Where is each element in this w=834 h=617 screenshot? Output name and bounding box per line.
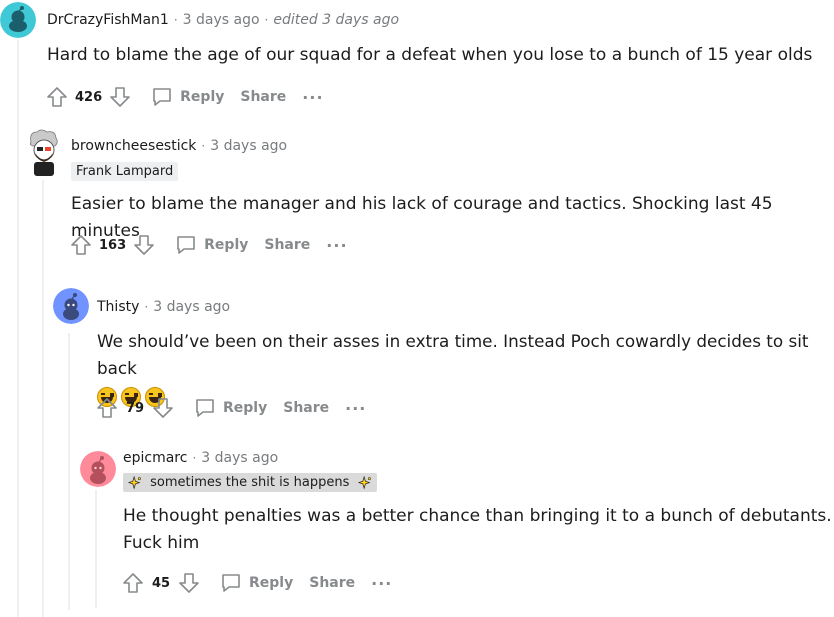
comment-meta: DrCrazyFishMan1 · 3 days ago · edited 3 days… bbox=[47, 11, 399, 29]
avatar[interactable] bbox=[0, 2, 36, 38]
reply-button[interactable]: Reply bbox=[166, 231, 256, 259]
downvote-arrow-icon[interactable] bbox=[108, 85, 132, 109]
more-options-button[interactable]: ··· bbox=[363, 574, 400, 593]
timestamp[interactable]: 3 days ago bbox=[210, 138, 287, 154]
upvote-arrow-icon[interactable] bbox=[121, 571, 145, 595]
timestamp[interactable]: 3 days ago bbox=[153, 299, 230, 315]
thread-line[interactable] bbox=[17, 40, 19, 617]
comment-text: Fuck him bbox=[123, 533, 200, 553]
sparkles-icon bbox=[357, 475, 371, 489]
vote-score: 163 bbox=[99, 237, 127, 253]
speech-bubble-icon bbox=[153, 88, 171, 106]
comment-meta: Thisty · 3 days ago bbox=[97, 298, 230, 316]
user-flair: Frank Lampard bbox=[71, 162, 179, 181]
reply-button[interactable]: Reply bbox=[142, 83, 232, 111]
flair-text: sometimes the shit is happens bbox=[150, 475, 350, 490]
upvote-arrow-icon[interactable] bbox=[45, 85, 69, 109]
reply-label: Reply bbox=[204, 237, 249, 253]
vote-score: 79 bbox=[125, 400, 145, 416]
edited-label: edited 3 days ago bbox=[273, 12, 400, 28]
username[interactable]: browncheesestick bbox=[71, 138, 196, 154]
more-options-button[interactable]: ··· bbox=[294, 88, 331, 107]
comment-actions: 163 Reply Share ··· bbox=[69, 231, 356, 259]
vote-score: 45 bbox=[151, 575, 171, 591]
downvote-arrow-icon[interactable] bbox=[132, 233, 156, 257]
comment-meta: browncheesestick · 3 days ago bbox=[71, 137, 287, 155]
speech-bubble-icon bbox=[196, 399, 214, 417]
separator: · bbox=[192, 451, 197, 465]
comment-text: He thought penalties was a better chance… bbox=[123, 506, 832, 526]
separator: · bbox=[264, 13, 269, 27]
comment-text: We should’ve been on their asses in extr… bbox=[97, 331, 809, 378]
separator: · bbox=[201, 139, 206, 153]
more-options-button[interactable]: ··· bbox=[337, 399, 374, 418]
username[interactable]: Thisty bbox=[97, 299, 139, 315]
comment-actions: 79 Reply Share ··· bbox=[95, 394, 374, 422]
user-flair: sometimes the shit is happens bbox=[123, 473, 377, 492]
username[interactable]: epicmarc bbox=[123, 450, 187, 466]
thread-line[interactable] bbox=[68, 333, 70, 610]
timestamp[interactable]: 3 days ago bbox=[201, 450, 278, 466]
share-button[interactable]: Share bbox=[232, 83, 294, 111]
vote-score: 426 bbox=[75, 89, 103, 105]
sparkles-icon bbox=[128, 475, 141, 489]
share-button[interactable]: Share bbox=[301, 569, 363, 597]
thread-line[interactable] bbox=[95, 490, 97, 608]
reply-label: Reply bbox=[180, 89, 225, 105]
comment-body: Hard to blame the age of our squad for a… bbox=[47, 42, 812, 69]
reply-label: Reply bbox=[223, 400, 268, 416]
more-options-button[interactable]: ··· bbox=[318, 236, 355, 255]
downvote-arrow-icon[interactable] bbox=[151, 396, 175, 420]
share-button[interactable]: Share bbox=[256, 231, 318, 259]
reply-button[interactable]: Reply bbox=[211, 569, 301, 597]
share-button[interactable]: Share bbox=[275, 394, 337, 422]
downvote-arrow-icon[interactable] bbox=[177, 571, 201, 595]
reply-button[interactable]: Reply bbox=[185, 394, 275, 422]
speech-bubble-icon bbox=[222, 574, 240, 592]
separator: · bbox=[144, 300, 149, 314]
separator: · bbox=[173, 13, 178, 27]
username[interactable]: DrCrazyFishMan1 bbox=[47, 12, 169, 28]
comment-actions: 426 Reply Share ··· bbox=[45, 83, 332, 111]
comment-actions: 45 Reply Share ··· bbox=[121, 569, 400, 597]
timestamp[interactable]: 3 days ago bbox=[183, 12, 260, 28]
speech-bubble-icon bbox=[177, 236, 195, 254]
avatar[interactable] bbox=[80, 451, 116, 487]
upvote-arrow-icon[interactable] bbox=[95, 396, 119, 420]
avatar[interactable] bbox=[25, 128, 63, 176]
comment-meta: epicmarc · 3 days ago bbox=[123, 449, 278, 467]
comment-text: Hard to blame the age of our squad for a… bbox=[47, 45, 813, 65]
upvote-arrow-icon[interactable] bbox=[69, 233, 93, 257]
reply-label: Reply bbox=[249, 575, 294, 591]
avatar[interactable] bbox=[53, 288, 89, 324]
thread-line[interactable] bbox=[42, 180, 44, 617]
comment-body: He thought penalties was a better chance… bbox=[123, 503, 832, 557]
